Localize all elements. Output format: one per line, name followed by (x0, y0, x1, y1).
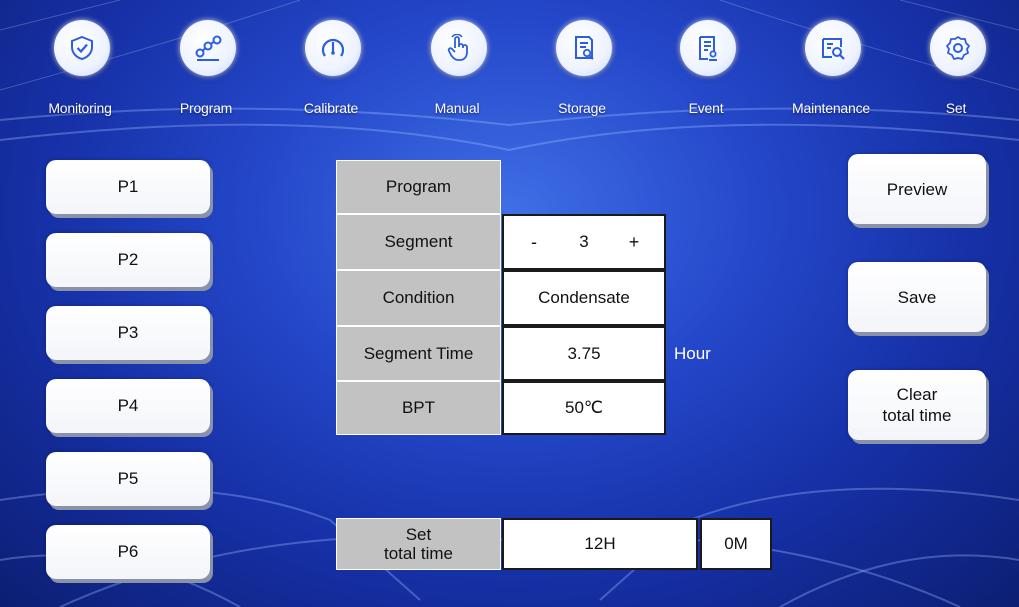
condition-field[interactable]: Condensate (502, 270, 666, 326)
event-document-icon (699, 36, 717, 61)
nav-item-calibrate[interactable]: Calibrate (281, 10, 381, 122)
nav-label: Manual (434, 100, 480, 116)
maintenance-search-icon (822, 38, 845, 60)
gauge-icon (321, 38, 345, 57)
nav-label: Calibrate (303, 100, 359, 116)
segment-time-field[interactable]: 3.75 (502, 326, 666, 381)
segment-increment-button[interactable]: + (626, 232, 642, 253)
clear-total-time-button[interactable]: Clear total time (848, 370, 986, 440)
nav-item-program[interactable]: Program (156, 10, 256, 122)
segment-label: Segment (336, 214, 501, 270)
nav-label: Maintenance (792, 100, 870, 116)
nav-item-monitoring[interactable]: Monitoring (30, 10, 130, 122)
screen: Monitoring Program Calibrate Manual Stor… (0, 0, 1019, 607)
nav-label: Set (945, 100, 967, 116)
shield-check-icon (71, 35, 93, 61)
nav-label: Program (179, 100, 233, 116)
program-button-p2[interactable]: P2 (46, 233, 210, 287)
set-total-time-label: Set total time (336, 518, 501, 570)
segment-time-unit: Hour (674, 344, 711, 363)
save-button[interactable]: Save (848, 262, 986, 332)
nav-item-manual[interactable]: Manual (407, 10, 507, 122)
program-button-p3[interactable]: P3 (46, 306, 210, 360)
program-label: Program (336, 160, 501, 214)
top-navigation: Monitoring Program Calibrate Manual Stor… (0, 0, 1019, 130)
nav-item-maintenance[interactable]: Maintenance (781, 10, 881, 122)
program-button-p1[interactable]: P1 (46, 160, 210, 214)
bpt-label: BPT (336, 381, 501, 435)
bpt-field[interactable]: 50℃ (502, 381, 666, 435)
nav-item-event[interactable]: Event (656, 10, 756, 122)
nav-item-set[interactable]: Set (906, 10, 1006, 122)
program-button-p4[interactable]: P4 (46, 379, 210, 433)
segment-stepper: - 3 + (502, 214, 666, 270)
storage-document-icon (575, 36, 594, 60)
hand-pointer-icon (447, 34, 468, 61)
condition-label: Condition (336, 270, 501, 326)
total-time-minutes-field[interactable]: 0M (700, 518, 772, 570)
program-button-p5[interactable]: P5 (46, 452, 210, 506)
nav-label: Event (688, 100, 724, 116)
program-nodes-icon (195, 35, 222, 61)
nav-label: Monitoring (48, 100, 112, 116)
nav-item-storage[interactable]: Storage (532, 10, 632, 122)
segment-value: 3 (579, 232, 589, 251)
nav-label: Storage (558, 100, 606, 116)
segment-decrement-button[interactable]: - (526, 232, 542, 253)
gear-icon (946, 36, 970, 60)
segment-time-label: Segment Time (336, 326, 501, 381)
preview-button[interactable]: Preview (848, 154, 986, 224)
total-time-hours-field[interactable]: 12H (502, 518, 698, 570)
program-button-p6[interactable]: P6 (46, 525, 210, 579)
